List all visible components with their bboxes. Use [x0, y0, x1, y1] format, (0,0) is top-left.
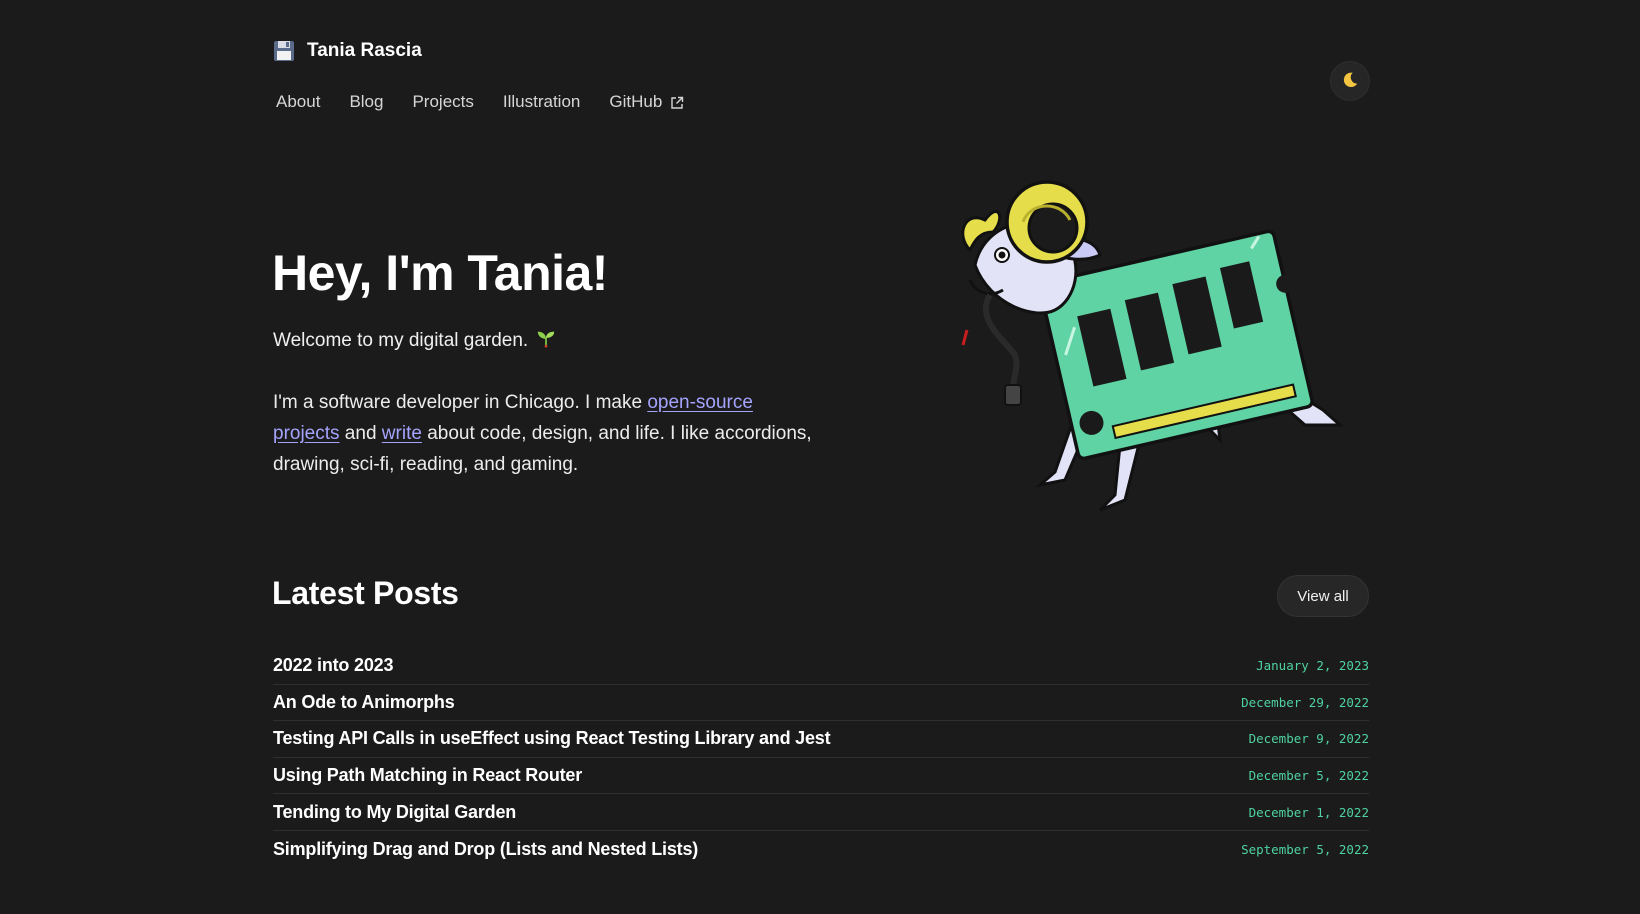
intro-paragraph: I'm a software developer in Chicago. I m…	[273, 387, 813, 480]
post-date: January 2, 2023	[1256, 658, 1369, 674]
post-date: December 5, 2022	[1248, 768, 1369, 784]
brand-name: Tania Rascia	[307, 40, 422, 61]
view-all-button[interactable]: View all	[1277, 575, 1369, 617]
post-title-link[interactable]: Testing API Calls in useEffect using Rea…	[273, 728, 831, 749]
intro-text-2: and	[339, 423, 382, 444]
nav-illustration[interactable]: Illustration	[503, 92, 580, 112]
post-row: 2022 into 2023 January 2, 2023	[273, 648, 1369, 685]
nav-about[interactable]: About	[276, 92, 320, 112]
post-list: 2022 into 2023 January 2, 2023 An Ode to…	[273, 648, 1369, 868]
nav-github[interactable]: GitHub	[609, 92, 684, 112]
post-row: Simplifying Drag and Drop (Lists and Nes…	[273, 831, 1369, 868]
welcome-label: Welcome to my digital garden.	[273, 330, 529, 351]
welcome-text: Welcome to my digital garden.	[273, 328, 556, 354]
nav-blog-label: Blog	[349, 92, 384, 111]
nav-illustration-label: Illustration	[502, 92, 581, 111]
nav-projects[interactable]: Projects	[412, 92, 473, 112]
seedling-icon	[536, 328, 556, 354]
intro-text-1: I'm a software developer in Chicago. I m…	[273, 392, 648, 413]
post-title-link[interactable]: 2022 into 2023	[273, 655, 393, 676]
nav-github-label: GitHub	[609, 92, 663, 111]
brand-link[interactable]: Tania Rascia	[273, 40, 422, 62]
post-row: An Ode to Animorphs December 29, 2022	[273, 685, 1369, 722]
latest-posts-title: Latest Posts	[272, 575, 459, 611]
post-date: December 1, 2022	[1248, 804, 1369, 820]
page: Tania Rascia About Blog Projects Illustr…	[0, 0, 1640, 914]
nav-about-label: About	[276, 92, 321, 111]
theme-toggle-button[interactable]	[1330, 61, 1370, 101]
ram-illustration	[945, 180, 1365, 520]
moon-icon	[1341, 71, 1359, 92]
post-title-link[interactable]: An Ode to Animorphs	[273, 692, 455, 713]
post-date: December 9, 2022	[1248, 731, 1369, 747]
post-date: December 29, 2022	[1241, 694, 1369, 710]
write-link[interactable]: write	[382, 423, 422, 444]
post-title-link[interactable]: Using Path Matching in React Router	[273, 765, 582, 786]
external-link-icon	[670, 95, 684, 109]
floppy-disk-icon	[273, 40, 295, 62]
nav-blog[interactable]: Blog	[349, 92, 383, 112]
main-nav: About Blog Projects Illustration GitHub	[276, 92, 684, 112]
post-row: Tending to My Digital Garden December 1,…	[273, 794, 1369, 831]
hero-title: Hey, I'm Tania!	[272, 245, 608, 301]
post-title-link[interactable]: Simplifying Drag and Drop (Lists and Nes…	[273, 839, 698, 860]
post-row: Testing API Calls in useEffect using Rea…	[273, 721, 1369, 758]
nav-projects-label: Projects	[412, 92, 474, 111]
post-row: Using Path Matching in React Router Dece…	[273, 758, 1369, 795]
post-date: September 5, 2022	[1241, 841, 1369, 857]
post-title-link[interactable]: Tending to My Digital Garden	[273, 802, 516, 823]
